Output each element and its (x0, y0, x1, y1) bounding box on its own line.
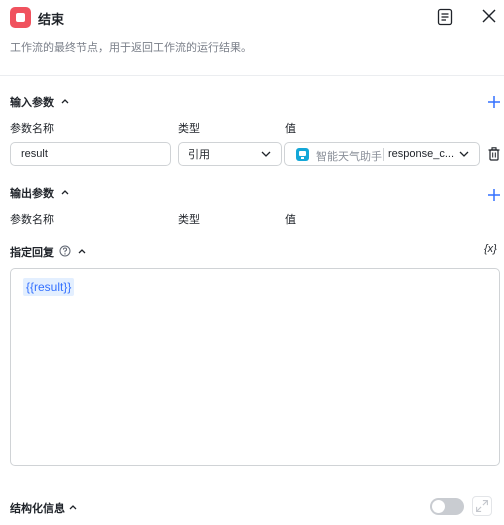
structured-info-title: 结构化信息 (10, 503, 65, 515)
variable-chip[interactable]: {{result}} (23, 278, 75, 296)
bot-node-icon (296, 148, 309, 161)
insert-variable-icon[interactable]: {x} (484, 243, 497, 255)
ref-node-name: 智能天气助手 (316, 151, 382, 163)
output-params-title: 输出参数 (10, 188, 54, 200)
close-icon[interactable] (481, 8, 497, 24)
ref-field-name: response_c... (388, 148, 455, 160)
delete-param-trash-icon[interactable] (488, 147, 500, 161)
add-output-param-button[interactable] (487, 188, 501, 202)
add-input-param-button[interactable] (487, 95, 501, 109)
end-node-icon (10, 7, 31, 28)
node-header: 结束 工作流的最终节点，用于返回工作流的运行结果。 (0, 0, 504, 76)
output-col-type: 类型 (178, 214, 200, 226)
ref-separator (383, 148, 384, 161)
collapse-reply-chevron-icon[interactable] (77, 246, 87, 256)
param-value-reference-select[interactable]: 智能天气助手 response_c... (284, 142, 480, 166)
output-col-name: 参数名称 (10, 214, 54, 226)
input-col-value: 值 (285, 123, 296, 135)
node-title: 结束 (38, 12, 65, 27)
param-type-value: 引用 (188, 149, 210, 161)
reply-title: 指定回复 (10, 247, 54, 259)
collapse-structured-chevron-icon[interactable] (68, 502, 78, 512)
input-col-type: 类型 (178, 123, 200, 135)
output-col-value: 值 (285, 214, 296, 226)
input-params-title: 输入参数 (10, 97, 54, 109)
help-icon[interactable] (59, 245, 71, 257)
node-description: 工作流的最终节点，用于返回工作流的运行结果。 (10, 42, 252, 54)
param-type-select[interactable]: 引用 (178, 142, 282, 166)
param-name-input[interactable]: result (10, 142, 171, 166)
expand-icon[interactable] (472, 496, 492, 516)
document-icon[interactable] (437, 8, 453, 26)
input-col-name: 参数名称 (10, 123, 54, 135)
collapse-output-chevron-icon[interactable] (60, 187, 70, 197)
structured-info-toggle[interactable] (430, 498, 464, 515)
collapse-input-chevron-icon[interactable] (60, 96, 70, 106)
chevron-down-icon (261, 151, 271, 157)
reply-editor[interactable]: {{result}} (10, 268, 500, 466)
chevron-down-icon (459, 151, 469, 157)
